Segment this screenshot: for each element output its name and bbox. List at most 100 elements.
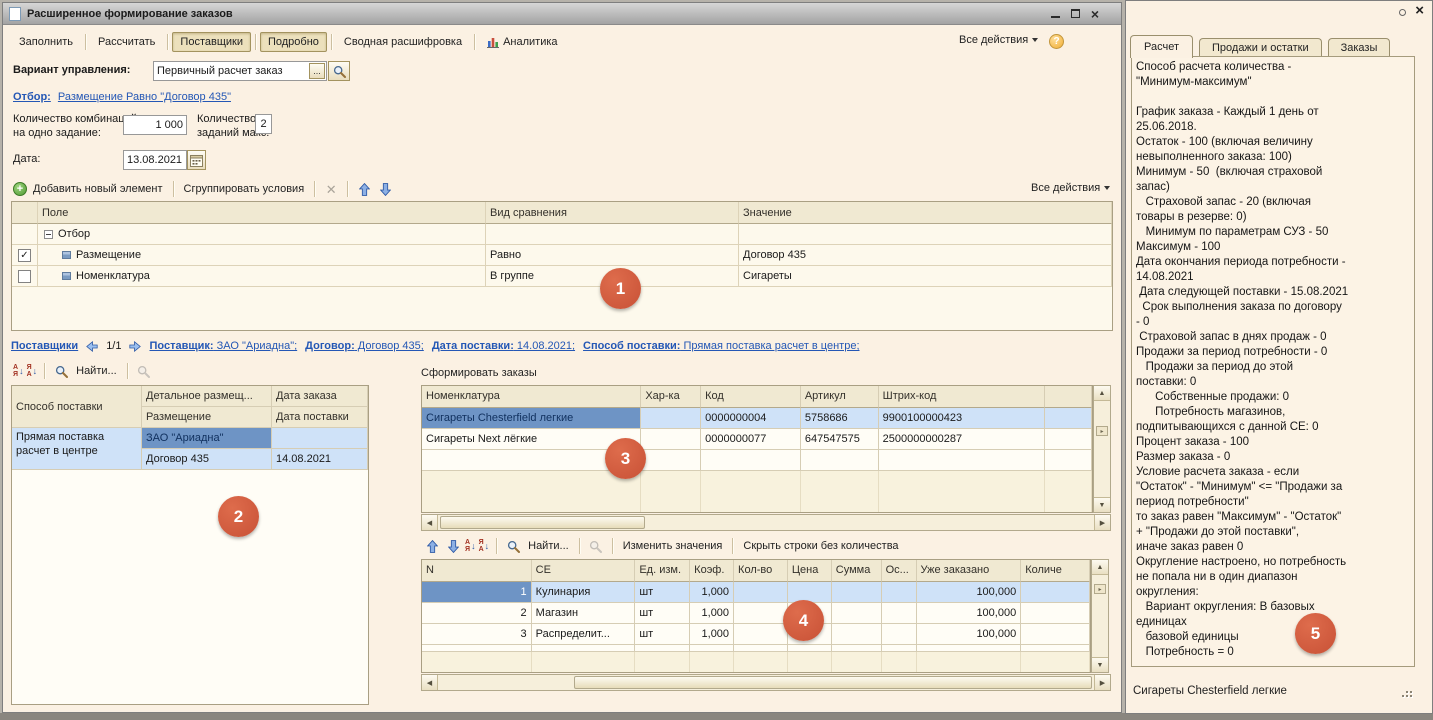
col-delivery-date[interactable]: Дата поставки: [272, 407, 368, 428]
all-actions-button[interactable]: Все действия: [959, 34, 1038, 46]
supplier-segment-label[interactable]: Способ поставки:: [583, 340, 680, 352]
tab-3[interactable]: Заказы: [1328, 38, 1391, 57]
find-label[interactable]: Найти...: [525, 538, 572, 554]
supplier-segment-value[interactable]: ЗАО "Ариадна";: [214, 340, 298, 352]
scroll-down-icon[interactable]: ▼: [1094, 497, 1110, 512]
scroll-right-icon[interactable]: ▶: [1094, 675, 1110, 690]
table-cell[interactable]: шт: [635, 624, 690, 645]
cell-date-bottom[interactable]: 14.08.2021: [272, 449, 368, 470]
horizontal-scrollbar[interactable]: ◀▶: [421, 514, 1111, 531]
scroll-down-icon[interactable]: ▼: [1092, 657, 1108, 672]
filter-link-value[interactable]: Размещение Равно "Договор 435": [58, 91, 231, 103]
table-row[interactable]: Сигареты Chesterfield легкие000000000457…: [422, 408, 1092, 429]
col-detail-placement[interactable]: Детальное размещ...: [142, 386, 272, 407]
table-cell[interactable]: [882, 624, 917, 645]
filter-row-comparison[interactable]: Равно: [486, 245, 739, 266]
table-cell[interactable]: [734, 624, 788, 645]
supplier-segment[interactable]: Способ поставки: Прямая поставка расчет …: [583, 340, 859, 352]
column-header[interactable]: Артикул: [801, 386, 879, 408]
close-icon[interactable]: ×: [1091, 9, 1099, 19]
scroll-thumb[interactable]: [574, 676, 1092, 689]
combinations-input[interactable]: 1 000: [123, 115, 187, 135]
delete-button[interactable]: ✕: [322, 180, 340, 198]
column-header[interactable]: Хар-ка: [641, 386, 701, 408]
column-header[interactable]: Номенклатура: [422, 386, 641, 408]
table-cell[interactable]: 0000000004: [701, 408, 801, 429]
filter-row-field[interactable]: Номенклатура: [38, 266, 486, 287]
table-row[interactable]: 1Кулинарияшт1,000100,000: [422, 582, 1090, 603]
find-label[interactable]: Найти...: [73, 363, 120, 379]
table-cell[interactable]: [832, 624, 882, 645]
minimize-icon[interactable]: [1051, 10, 1060, 18]
sort-desc-button[interactable]: ЯА↓: [27, 364, 38, 378]
table-cell[interactable]: Распределит...: [532, 624, 636, 645]
table-cell[interactable]: [1021, 603, 1090, 624]
toolbar-button-4[interactable]: Подробно: [260, 32, 327, 52]
filter-col-value[interactable]: Значение: [739, 202, 1112, 224]
table-cell[interactable]: [641, 408, 701, 429]
scroll-up-icon[interactable]: ▲: [1094, 386, 1110, 401]
cell-date-top[interactable]: [272, 428, 368, 449]
cell-delivery-method[interactable]: Прямая поставка расчет в центре: [12, 428, 142, 470]
calendar-button[interactable]: [187, 150, 206, 170]
supplier-segment[interactable]: Договор: Договор 435;: [305, 340, 424, 352]
filter-row-value[interactable]: Договор 435: [739, 245, 1112, 266]
date-input[interactable]: 13.08.2021: [123, 150, 187, 170]
scroll-thumb[interactable]: [440, 516, 645, 529]
scroll-left-icon[interactable]: ◀: [422, 675, 438, 690]
row-up-button[interactable]: [423, 537, 441, 555]
toolbar-button-1[interactable]: Заполнить: [11, 32, 81, 52]
table-cell[interactable]: [832, 603, 882, 624]
column-header[interactable]: [1045, 386, 1092, 408]
prev-page-button[interactable]: [85, 337, 99, 355]
filter-link-label[interactable]: Отбор:: [13, 91, 51, 103]
column-header[interactable]: Код: [701, 386, 801, 408]
resize-grip-icon[interactable]: [1402, 691, 1414, 699]
toolbar-button-2[interactable]: Рассчитать: [90, 32, 163, 52]
vertical-scrollbar[interactable]: ▲▼▸: [1093, 385, 1111, 513]
filter-all-actions-button[interactable]: Все действия: [1031, 182, 1110, 194]
table-cell[interactable]: [832, 582, 882, 603]
col-placement[interactable]: Размещение: [142, 407, 272, 428]
table-cell[interactable]: [1045, 408, 1092, 429]
table-cell[interactable]: [734, 603, 788, 624]
filter-row-field[interactable]: Размещение: [38, 245, 486, 266]
supplier-segment[interactable]: Поставщик: ЗАО "Ариадна";: [149, 340, 297, 352]
table-cell[interactable]: шт: [635, 582, 690, 603]
column-header[interactable]: Уже заказано: [917, 560, 1022, 582]
table-cell[interactable]: [788, 582, 832, 603]
clear-find-button[interactable]: [135, 362, 153, 380]
column-header[interactable]: Штрих-код: [879, 386, 1045, 408]
change-values-button[interactable]: Изменить значения: [620, 538, 726, 554]
table-cell[interactable]: шт: [635, 603, 690, 624]
table-cell[interactable]: [1045, 429, 1092, 450]
table-cell[interactable]: 9900100000423: [879, 408, 1045, 429]
column-header[interactable]: Количе: [1021, 560, 1090, 582]
checkbox-unchecked-icon[interactable]: [18, 270, 31, 283]
window-titlebar[interactable]: Расширенное формирование заказов ×: [3, 3, 1121, 25]
sort-asc-button[interactable]: АЯ↓: [13, 364, 24, 378]
table-cell[interactable]: 1,000: [690, 582, 734, 603]
table-cell[interactable]: Сигареты Chesterfield легкие: [422, 408, 641, 429]
find-button[interactable]: [504, 537, 522, 555]
hide-empty-rows-button[interactable]: Скрыть строки без количества: [740, 538, 901, 554]
horizontal-scrollbar[interactable]: ◀▶: [421, 674, 1111, 691]
table-cell[interactable]: 100,000: [917, 624, 1022, 645]
table-cell[interactable]: [734, 582, 788, 603]
table-row[interactable]: Сигареты Next лёгкие00000000776475475752…: [422, 429, 1092, 450]
table-cell[interactable]: 1,000: [690, 624, 734, 645]
ellipsis-button[interactable]: ...: [309, 63, 325, 79]
next-page-button[interactable]: [128, 337, 142, 355]
table-cell[interactable]: Кулинария: [532, 582, 636, 603]
table-cell[interactable]: [882, 603, 917, 624]
table-cell[interactable]: [1021, 624, 1090, 645]
supplier-segment-label[interactable]: Дата поставки:: [432, 340, 514, 352]
cell-placement-top[interactable]: ЗАО "Ариадна": [142, 428, 272, 449]
column-header[interactable]: Ед. изм.: [635, 560, 690, 582]
column-header[interactable]: Сумма: [832, 560, 882, 582]
filter-col-comparison[interactable]: Вид сравнения: [486, 202, 739, 224]
pin-icon[interactable]: [1399, 9, 1406, 16]
table-cell[interactable]: 1,000: [690, 603, 734, 624]
table-cell[interactable]: 647547575: [801, 429, 879, 450]
table-cell[interactable]: 3: [422, 624, 532, 645]
